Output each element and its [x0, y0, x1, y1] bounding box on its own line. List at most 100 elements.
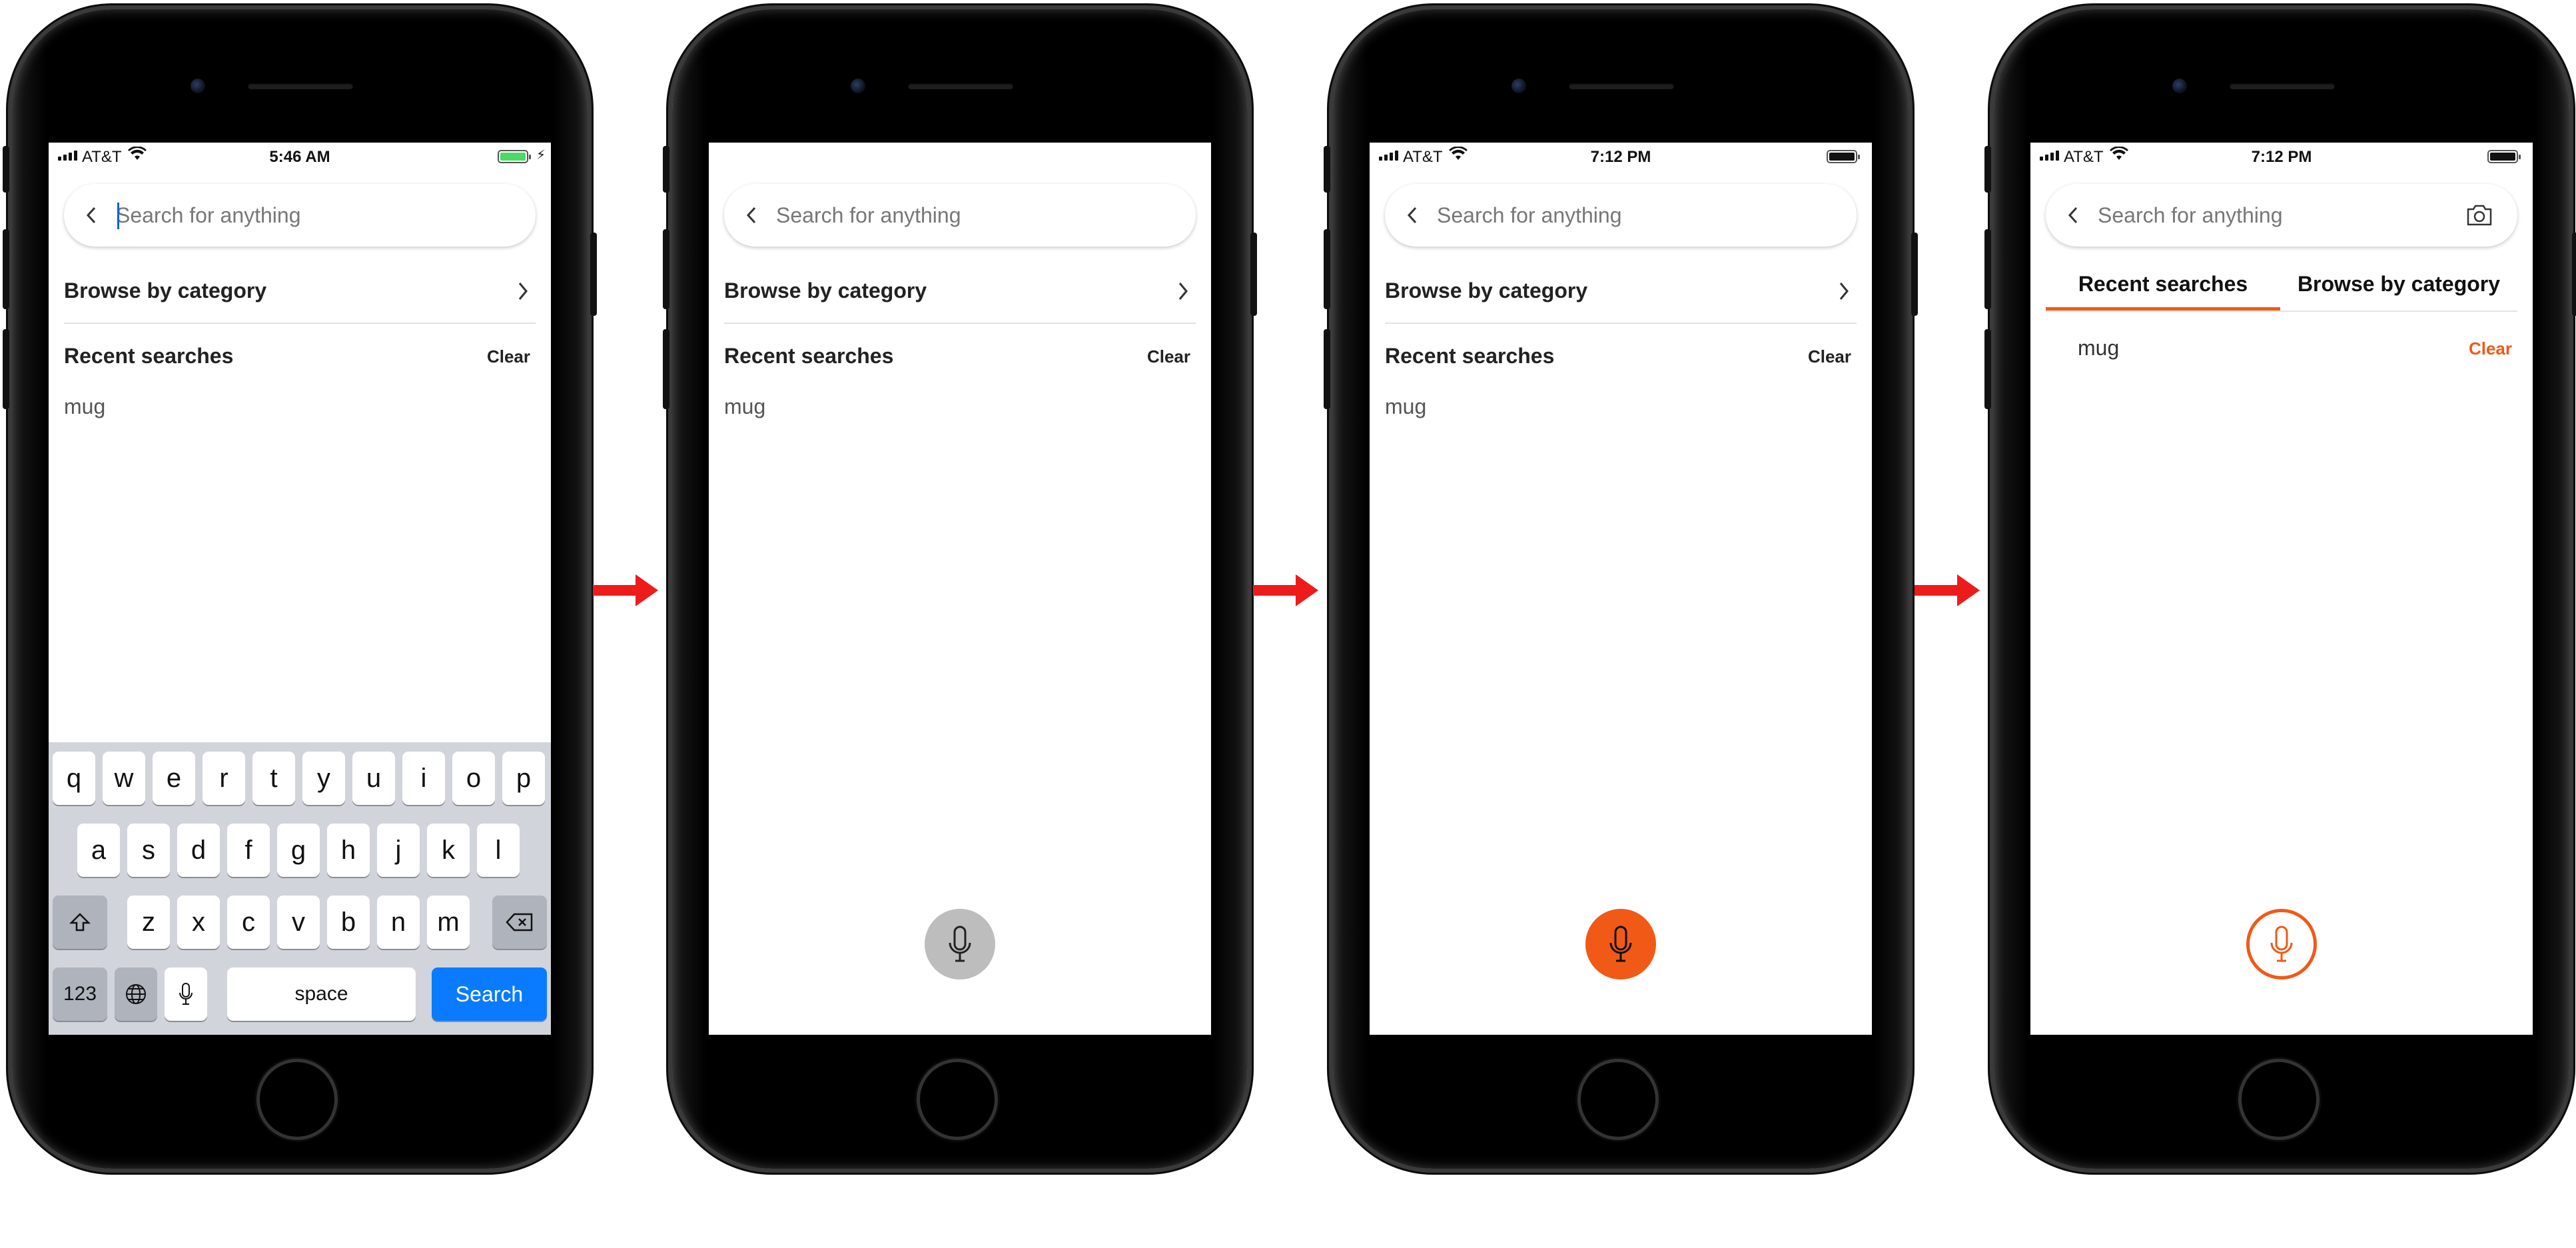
- key-c[interactable]: c: [227, 896, 270, 949]
- voice-search-button[interactable]: [925, 909, 995, 979]
- key-j[interactable]: j: [377, 824, 420, 877]
- tab-recent-searches[interactable]: Recent searches: [2046, 257, 2280, 311]
- home-button[interactable]: [2242, 1062, 2316, 1137]
- search-input[interactable]: [776, 199, 1149, 232]
- tab-browse-by-category[interactable]: Browse by category: [2280, 257, 2517, 311]
- browse-by-category-row[interactable]: Browse by category: [64, 261, 536, 324]
- browse-by-category-label: Browse by category: [64, 279, 267, 303]
- camera-icon[interactable]: [2465, 204, 2493, 227]
- back-chevron-icon[interactable]: [85, 206, 97, 225]
- recent-search-item[interactable]: mug: [2078, 336, 2119, 360]
- screen-2: Browse by category Recent searches Clear…: [709, 143, 1211, 1035]
- key-m[interactable]: m: [427, 896, 470, 949]
- voice-search-button[interactable]: [2246, 909, 2317, 979]
- backspace-icon: [506, 913, 533, 932]
- key-a[interactable]: a: [77, 824, 120, 877]
- chevron-right-icon: [518, 283, 528, 300]
- volume-down-button: [1984, 329, 1991, 409]
- status-time: 7:12 PM: [2251, 148, 2312, 166]
- key-l[interactable]: l: [477, 824, 520, 877]
- browse-by-category-row[interactable]: Browse by category: [724, 261, 1196, 324]
- key-e[interactable]: e: [153, 752, 195, 805]
- search-bar[interactable]: [64, 184, 536, 247]
- search-input[interactable]: [1437, 199, 1810, 232]
- back-chevron-icon[interactable]: [745, 206, 757, 225]
- arrow-right-icon: [1253, 574, 1318, 606]
- key-u[interactable]: u: [352, 752, 395, 805]
- microphone-icon: [1609, 926, 1632, 962]
- space-key[interactable]: space: [227, 967, 416, 1021]
- key-y[interactable]: y: [302, 752, 345, 805]
- keyboard: q w e r t y u i o p a s d f g h j k l z …: [49, 742, 551, 1035]
- mute-switch: [663, 146, 669, 193]
- home-button[interactable]: [1581, 1062, 1655, 1137]
- back-chevron-icon[interactable]: [2067, 206, 2079, 225]
- mute-switch: [3, 146, 9, 193]
- backspace-key[interactable]: [492, 896, 547, 949]
- key-s[interactable]: s: [127, 824, 170, 877]
- shift-key[interactable]: [53, 896, 107, 949]
- key-n[interactable]: n: [377, 896, 420, 949]
- key-g[interactable]: g: [277, 824, 320, 877]
- key-h[interactable]: h: [327, 824, 370, 877]
- dictation-key[interactable]: [165, 967, 207, 1021]
- charging-bolt-icon: ⚡: [536, 148, 546, 163]
- numbers-key[interactable]: 123: [53, 967, 107, 1021]
- front-camera: [191, 79, 205, 93]
- earpiece-speaker: [908, 83, 1013, 89]
- back-chevron-icon[interactable]: [1406, 206, 1418, 225]
- key-i[interactable]: i: [402, 752, 445, 805]
- key-r[interactable]: r: [203, 752, 245, 805]
- clear-button[interactable]: Clear: [487, 346, 530, 367]
- phone-frame-4: AT&T 7:12 PM Recent searches Browse by c…: [1984, 9, 2576, 1169]
- battery-icon: [2487, 150, 2521, 163]
- search-bar[interactable]: [724, 184, 1196, 247]
- key-w[interactable]: w: [103, 752, 145, 805]
- earpiece-speaker: [1569, 83, 1674, 89]
- arrow-right-icon: [593, 574, 658, 606]
- search-bar[interactable]: [2046, 184, 2517, 247]
- recent-search-item[interactable]: mug: [724, 394, 765, 419]
- key-f[interactable]: f: [227, 824, 270, 877]
- volume-up-button: [1984, 229, 1991, 309]
- status-time: 7:12 PM: [1590, 148, 1651, 166]
- home-button[interactable]: [920, 1062, 995, 1137]
- earpiece-speaker: [248, 83, 353, 89]
- status-bar: AT&T 7:12 PM: [2030, 143, 2533, 172]
- recent-search-item[interactable]: mug: [64, 394, 105, 419]
- clear-button[interactable]: Clear: [1808, 346, 1851, 367]
- key-b[interactable]: b: [327, 896, 370, 949]
- key-x[interactable]: x: [177, 896, 220, 949]
- recent-search-row[interactable]: mug Clear: [2046, 329, 2517, 369]
- battery-icon: [1827, 150, 1860, 163]
- globe-key[interactable]: [115, 967, 157, 1021]
- chevron-right-icon: [1839, 283, 1849, 300]
- power-button: [1250, 233, 1257, 316]
- key-p[interactable]: p: [502, 752, 545, 805]
- key-k[interactable]: k: [427, 824, 470, 877]
- search-key[interactable]: Search: [432, 967, 547, 1021]
- key-q[interactable]: q: [53, 752, 95, 805]
- earpiece-speaker: [2230, 83, 2335, 89]
- recent-search-item[interactable]: mug: [1385, 394, 1426, 419]
- recent-searches-header: Recent searches Clear: [1385, 336, 1857, 376]
- volume-up-button: [1324, 229, 1330, 309]
- key-o[interactable]: o: [452, 752, 495, 805]
- search-input[interactable]: [2098, 199, 2431, 232]
- mute-switch: [1984, 146, 1991, 193]
- clear-button[interactable]: Clear: [2469, 338, 2512, 359]
- key-z[interactable]: z: [127, 896, 170, 949]
- key-d[interactable]: d: [177, 824, 220, 877]
- key-t[interactable]: t: [252, 752, 295, 805]
- home-button[interactable]: [260, 1062, 334, 1137]
- search-input[interactable]: [116, 199, 489, 232]
- front-camera: [1511, 79, 1526, 93]
- voice-search-button[interactable]: [1585, 909, 1656, 979]
- shift-icon: [69, 913, 91, 932]
- search-bar[interactable]: [1385, 184, 1857, 247]
- clear-button[interactable]: Clear: [1147, 346, 1190, 367]
- browse-by-category-row[interactable]: Browse by category: [1385, 261, 1857, 324]
- microphone-icon: [179, 983, 193, 1005]
- key-v[interactable]: v: [277, 896, 320, 949]
- recent-searches-label: Recent searches: [64, 344, 234, 368]
